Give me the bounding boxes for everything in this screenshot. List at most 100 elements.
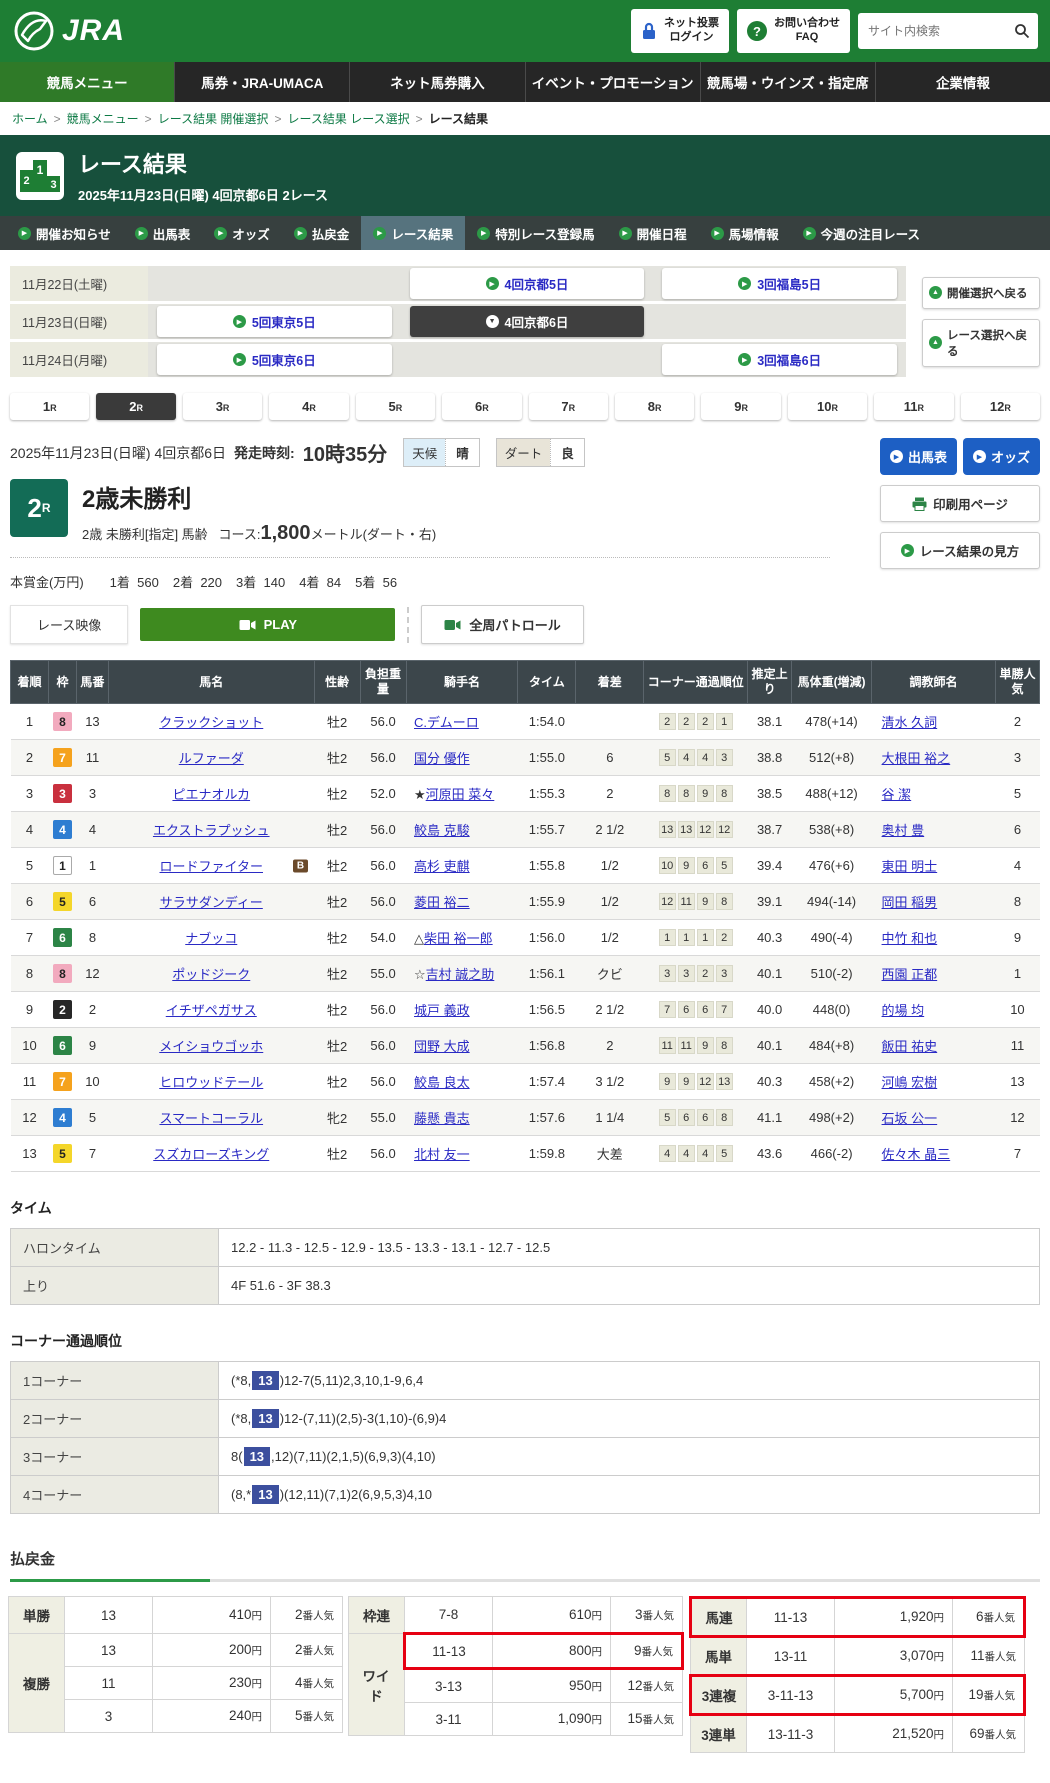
faq-button[interactable]: ? お問い合わせ FAQ [737,9,850,53]
breadcrumb-link[interactable]: 競馬メニュー [67,110,139,127]
main-nav-item[interactable]: 競馬メニュー [0,62,174,102]
meeting-button[interactable]: ▶3回福島5日 [662,268,897,299]
race-tab-4r[interactable]: 4R [269,393,348,420]
race-tab-8r[interactable]: 8R [615,393,694,420]
subnav-item[interactable]: ▶馬場情報 [699,216,791,250]
horse-name-cell: サラサダンディー [108,884,314,920]
jockey-name-link[interactable]: 城戸 義政 [414,1003,470,1018]
result-guide-button[interactable]: ▶ レース結果の見方 [880,532,1040,569]
horse-name-link[interactable]: スズカローズキング [153,1147,269,1162]
main-nav-item[interactable]: 企業情報 [875,62,1050,102]
horse-name-link[interactable]: ピエナオルカ [172,787,250,802]
subnav-item[interactable]: ▶開催お知らせ [6,216,123,250]
breadcrumb-link[interactable]: レース結果 開催選択 [158,110,269,127]
horse-name-link[interactable]: スマートコーラル [159,1111,263,1126]
back-button[interactable]: ▲開催選択へ戻る [922,277,1040,309]
jockey-name-link[interactable]: 北村 友一 [414,1147,470,1162]
main-nav-item[interactable]: ネット馬券購入 [349,62,524,102]
jockey-name-link[interactable]: 国分 優作 [414,751,470,766]
jockey-name-link[interactable]: 菱田 裕二 [414,895,470,910]
horse-name-link[interactable]: エクストラプッシュ [153,823,270,838]
site-search-input[interactable] [866,23,1014,39]
jockey-name-link[interactable]: 吉村 誠之助 [426,967,495,982]
jockey-name-link[interactable]: 柴田 裕一郎 [424,931,493,946]
meeting-button[interactable]: ▶4回京都5日 [410,268,645,299]
net-voting-login-button[interactable]: ネット投票 ログイン [631,9,729,53]
subnav-item[interactable]: ▶特別レース登録馬 [465,216,606,250]
race-tab-3r[interactable]: 3R [183,393,262,420]
corner-position: 3 [659,965,676,982]
race-tab-5r[interactable]: 5R [356,393,435,420]
jockey-name-link[interactable]: 河原田 菜々 [426,787,495,802]
horse-name-link[interactable]: メイショウゴッホ [159,1039,263,1054]
jockey-name-link[interactable]: 鮫島 良太 [414,1075,470,1090]
results-header-12: 調教師名 [872,661,996,704]
horse-name-link[interactable]: クラックショット [159,715,263,730]
horse-name-link[interactable]: サラサダンディー [160,895,263,910]
race-tab-12r[interactable]: 12R [961,393,1040,420]
jockey-name-link[interactable]: C.デムーロ [414,715,479,730]
breadcrumb-link[interactable]: ホーム [12,110,48,127]
corner-order-post: )12-7(5,11)2,3,10,1-9,6,4 [280,1373,424,1388]
trainer-name-link[interactable]: 東田 明士 [882,859,938,874]
trainer-name-link[interactable]: 的場 均 [882,1003,925,1018]
horse-name-link[interactable]: ルファーダ [179,751,244,766]
shutsuba-button[interactable]: ▶出馬表 [880,438,957,475]
jockey-name-link[interactable]: 鮫島 克駿 [414,823,470,838]
horse-name-link[interactable]: ポッドジーク [172,967,250,982]
horse-name-link[interactable]: ロードファイター [160,859,263,874]
trainer-name-link[interactable]: 飯田 祐史 [882,1039,938,1054]
trainer-name-link[interactable]: 石坂 公一 [882,1111,938,1126]
jra-logo[interactable]: JRA [12,9,125,53]
subnav-item[interactable]: ▶オッズ [202,216,282,250]
trainer-name-link[interactable]: 谷 潔 [882,787,912,802]
trainer-name-link[interactable]: 中竹 和也 [882,931,938,946]
meeting-button[interactable]: ▶3回福島6日 [662,344,897,375]
jockey-name-link[interactable]: 藤懸 貴志 [414,1111,470,1126]
breadcrumb-link[interactable]: レース結果 レース選択 [287,110,409,127]
play-button[interactable]: PLAY [140,608,395,641]
trainer-name-link[interactable]: 大根田 裕之 [882,751,951,766]
race-tab-11r[interactable]: 11R [874,393,953,420]
main-nav-item[interactable]: 競馬場・ウインズ・指定席 [700,62,875,102]
meeting-button[interactable]: ▼4回京都6日 [410,306,645,337]
payout-combination: 11-13 [747,1598,835,1637]
back-button[interactable]: ▲レース選択へ戻る [922,319,1040,367]
subnav-item[interactable]: ▶出馬表 [123,216,203,250]
jockey-mark: ☆ [414,967,426,982]
subnav-item[interactable]: ▶払戻金 [282,216,362,250]
race-tab-9r[interactable]: 9R [701,393,780,420]
subnav-item[interactable]: ▶開催日程 [607,216,699,250]
meeting-label: 5回東京5日 [252,312,316,331]
search-icon[interactable] [1014,23,1030,39]
trainer-name-link[interactable]: 佐々木 晶三 [882,1147,951,1162]
race-tab-2r[interactable]: 2R [96,393,175,420]
horse-name-link[interactable]: ナブッコ [185,931,237,946]
main-nav-item[interactable]: 馬券・JRA-UMACA [174,62,349,102]
subnav-item[interactable]: ▶レース結果 [361,216,465,250]
meeting-button[interactable]: ▶5回東京5日 [157,306,392,337]
race-tab-10r[interactable]: 10R [788,393,867,420]
subnav-item[interactable]: ▶今週の注目レース [791,216,932,250]
odds-button[interactable]: ▶オッズ [963,438,1040,475]
trainer-name-link[interactable]: 奥村 豊 [882,823,925,838]
corner-positions: 13131212 [644,812,748,848]
race-tab-7r[interactable]: 7R [529,393,608,420]
payout-popularity: 4番人気 [271,1667,343,1700]
race-tab-1r[interactable]: 1R [10,393,89,420]
waku-number: 2 [53,1000,72,1019]
trainer-name-link[interactable]: 岡田 稲男 [882,895,938,910]
race-tab-6r[interactable]: 6R [442,393,521,420]
jockey-name-link[interactable]: 高杉 吏麒 [414,859,470,874]
trainer-name-link[interactable]: 河嶋 宏樹 [882,1075,938,1090]
print-page-button[interactable]: 印刷用ページ [880,485,1040,522]
site-search [858,13,1038,49]
horse-name-link[interactable]: ヒロウッドテール [159,1075,263,1090]
meeting-button[interactable]: ▶5回東京6日 [157,344,392,375]
jockey-name-link[interactable]: 団野 大成 [414,1039,470,1054]
horse-name-link[interactable]: イチザペガサス [166,1003,257,1018]
patrol-video-button[interactable]: 全周パトロール [421,605,583,644]
trainer-name-link[interactable]: 清水 久詞 [882,715,938,730]
trainer-name-link[interactable]: 西園 正都 [882,967,938,982]
main-nav-item[interactable]: イベント・プロモーション [525,62,700,102]
